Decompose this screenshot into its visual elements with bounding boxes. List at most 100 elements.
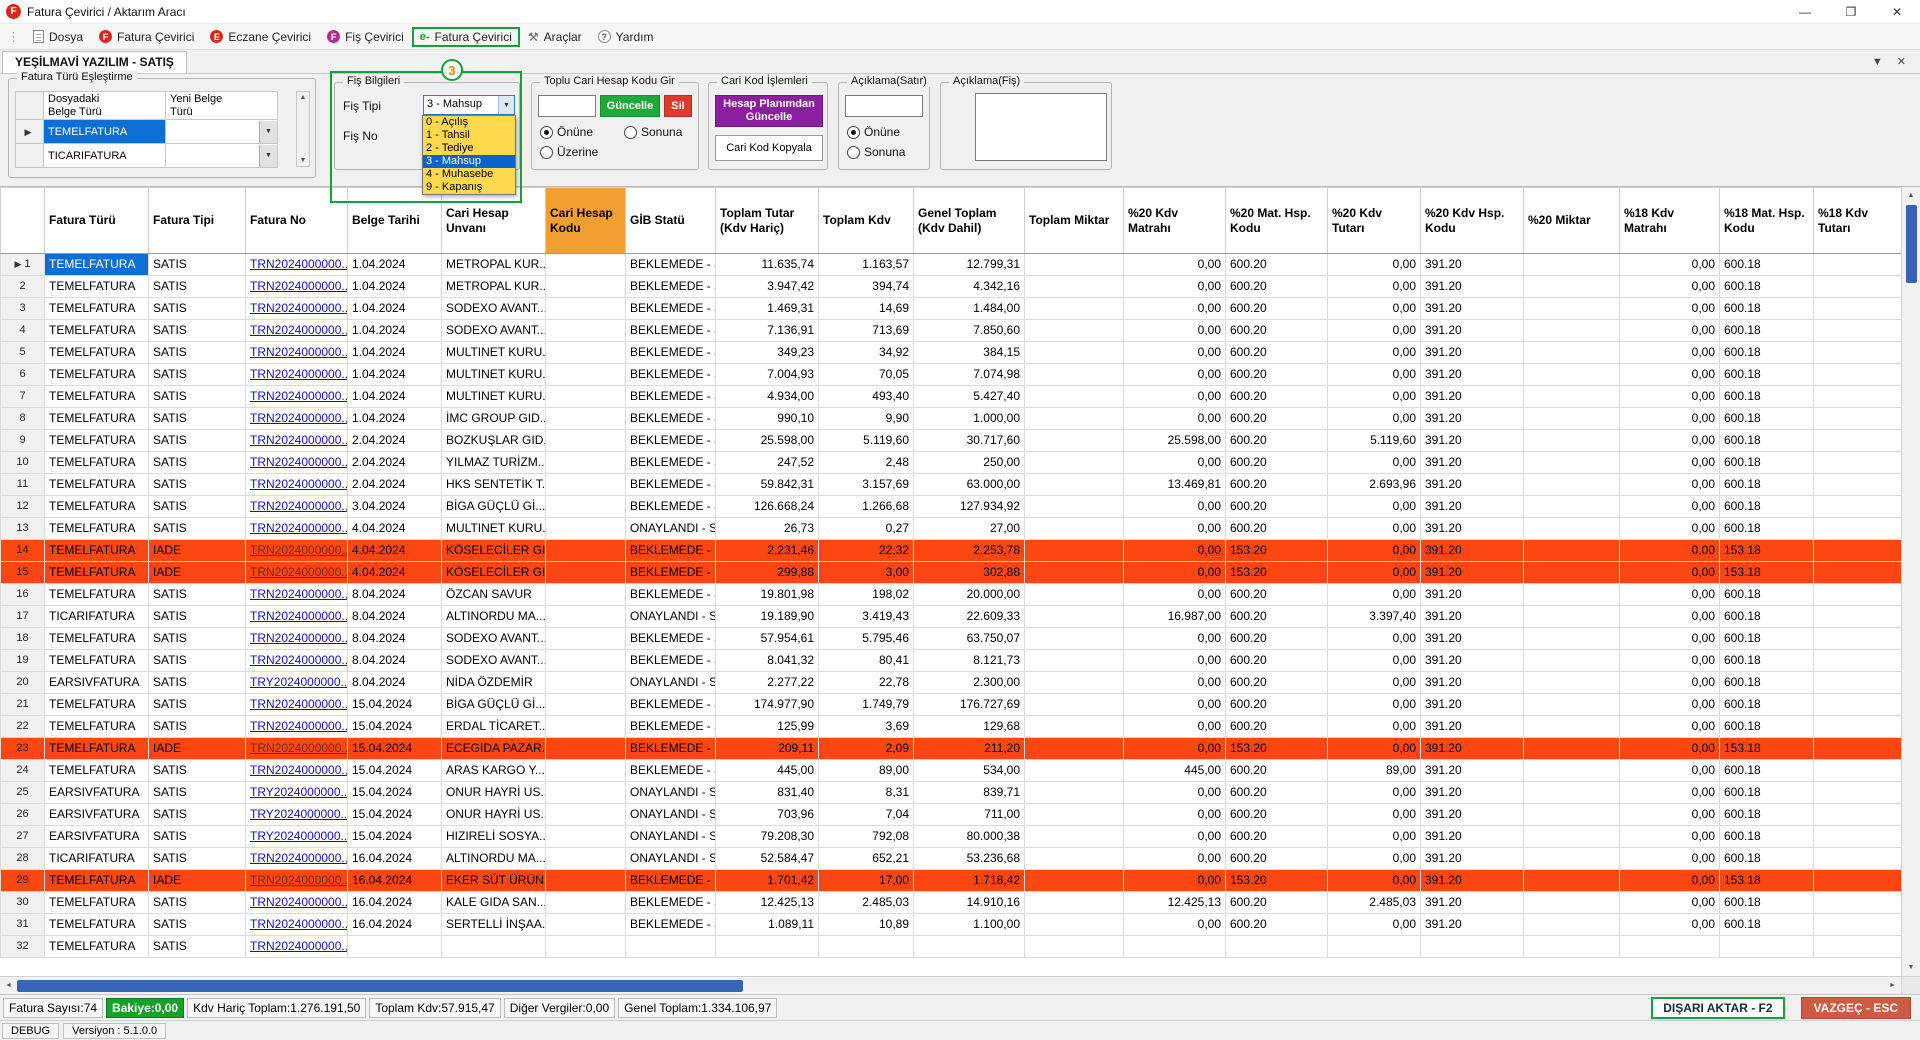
hesap-planimdan-guncelle-button[interactable]: Hesap Planımdan Güncelle — [715, 95, 823, 127]
radio-onune[interactable]: Önüne — [540, 125, 593, 139]
row-selector[interactable]: 2 — [1, 276, 45, 298]
col-header-toplam-tutar-kdv-haric[interactable]: Toplam Tutar (Kdv Hariç) — [716, 188, 819, 254]
invoice-no-link[interactable]: TRN2024000000... — [250, 653, 348, 667]
aciklama-satir-input[interactable] — [845, 95, 923, 117]
cell-fatura-no[interactable]: TRN2024000000... — [246, 628, 348, 650]
ft-row-marker[interactable] — [16, 144, 44, 168]
cell-fatura-no[interactable]: TRN2024000000... — [246, 848, 348, 870]
radio-onune-satir[interactable]: Önüne — [847, 125, 900, 139]
row-selector[interactable]: 21 — [1, 694, 45, 716]
scroll-left-icon[interactable]: ◄ — [0, 982, 17, 989]
disari-aktar-button[interactable]: DIŞARI AKTAR - F2 — [1651, 997, 1784, 1019]
invoice-no-link[interactable]: TRN2024000000... — [250, 257, 348, 271]
horizontal-scroll-thumb[interactable] — [17, 980, 743, 992]
scroll-up-icon[interactable]: ▲ — [1902, 187, 1920, 204]
cell-fatura-no[interactable]: TRN2024000000... — [246, 298, 348, 320]
menu-item-3[interactable]: FFiş Çevirici — [319, 27, 412, 47]
cell-fatura-no[interactable]: TRN2024000000... — [246, 606, 348, 628]
invoice-no-link[interactable]: TRN2024000000... — [250, 631, 348, 645]
ft-new-type-combo-2[interactable]: ▼ — [166, 144, 278, 168]
cell-fatura-no[interactable]: TRN2024000000... — [246, 430, 348, 452]
invoice-no-link[interactable]: TRN2024000000... — [250, 719, 348, 733]
col-header-mat20-hsp-kodu[interactable]: %20 Mat. Hsp. Kodu — [1226, 188, 1328, 254]
col-header-row-selector[interactable] — [1, 188, 45, 254]
menu-item-1[interactable]: FFatura Çevirici — [91, 27, 202, 47]
row-selector[interactable]: 11 — [1, 474, 45, 496]
cell-fatura-no[interactable]: TRN2024000000... — [246, 650, 348, 672]
scroll-down-icon[interactable]: ▼ — [1902, 959, 1920, 976]
cell-fatura-no[interactable]: TRY2024000000... — [246, 804, 348, 826]
tab-yesilmavi-satis[interactable]: YEŞİLMAVİ YAZILIM - SATIŞ — [2, 51, 187, 73]
col-header-cari-hesap-kodu[interactable]: Cari Hesap Kodu — [546, 188, 626, 254]
cell-fatura-no[interactable]: TRN2024000000... — [246, 540, 348, 562]
vazgec-button[interactable]: VAZGEÇ - ESC — [1801, 997, 1911, 1019]
row-selector[interactable]: 19 — [1, 650, 45, 672]
cell-fatura-no[interactable]: TRN2024000000... — [246, 320, 348, 342]
row-selector[interactable]: 9 — [1, 430, 45, 452]
cari-kod-kopyala-button[interactable]: Cari Kod Kopyala — [715, 135, 823, 161]
cell-fatura-no[interactable]: TRN2024000000... — [246, 342, 348, 364]
guncelle-button[interactable]: Güncelle — [600, 95, 660, 117]
invoice-no-link[interactable]: TRN2024000000... — [250, 301, 348, 315]
invoice-no-link[interactable]: TRN2024000000... — [250, 521, 348, 535]
invoice-no-link[interactable]: TRN2024000000... — [250, 763, 348, 777]
cell-fatura-no[interactable]: TRN2024000000... — [246, 408, 348, 430]
invoice-no-link[interactable]: TRN2024000000... — [250, 609, 348, 623]
col-header-fatura-tipi[interactable]: Fatura Tipi — [149, 188, 246, 254]
invoice-no-link[interactable]: TRN2024000000... — [250, 917, 348, 931]
invoice-no-link[interactable]: TRN2024000000... — [250, 543, 348, 557]
col-header-kdv18-matrahi[interactable]: %18 Kdv Matrahı — [1620, 188, 1720, 254]
invoice-no-link[interactable]: TRN2024000000... — [250, 939, 348, 953]
row-selector[interactable]: 12 — [1, 496, 45, 518]
scroll-right-icon[interactable]: ► — [1884, 982, 1901, 989]
horizontal-scrollbar[interactable]: ◄ ► — [0, 976, 1920, 994]
ft-scrollbar[interactable]: ▲ ▼ — [296, 91, 310, 167]
menu-item-2[interactable]: EEczane Çevirici — [202, 27, 319, 47]
close-button[interactable]: ✕ — [1874, 0, 1920, 23]
invoice-no-link[interactable]: TRN2024000000... — [250, 895, 348, 909]
cell-fatura-no[interactable]: TRN2024000000... — [246, 562, 348, 584]
row-selector[interactable]: 22 — [1, 716, 45, 738]
cell-fatura-no[interactable]: TRN2024000000... — [246, 892, 348, 914]
row-selector[interactable]: 15 — [1, 562, 45, 584]
menu-item-0[interactable]: Dosya — [25, 27, 91, 47]
invoice-no-link[interactable]: TRN2024000000... — [250, 477, 348, 491]
col-header-kdv18-tutari[interactable]: %18 Kdv Tutarı — [1814, 188, 1902, 254]
row-selector[interactable]: 4 — [1, 320, 45, 342]
toplu-cari-input[interactable] — [538, 95, 596, 117]
col-header-toplam-kdv[interactable]: Toplam Kdv — [819, 188, 914, 254]
invoice-no-link[interactable]: TRY2024000000... — [250, 785, 348, 799]
col-header-kdv20-hsp-kodu[interactable]: %20 Kdv Hsp. Kodu — [1421, 188, 1524, 254]
cell-fatura-no[interactable]: TRN2024000000... — [246, 760, 348, 782]
menu-item-4[interactable]: e-Fatura Çevirici — [412, 27, 520, 47]
row-selector[interactable]: 17 — [1, 606, 45, 628]
ft-row-marker[interactable]: ▶ — [16, 120, 44, 144]
radio-sonuna-satir[interactable]: Sonuna — [847, 145, 905, 159]
cell-fatura-no[interactable]: TRN2024000000... — [246, 694, 348, 716]
row-selector[interactable]: 26 — [1, 804, 45, 826]
row-selector[interactable]: 18 — [1, 628, 45, 650]
invoice-no-link[interactable]: TRY2024000000... — [250, 807, 348, 821]
dropdown-option[interactable]: 4 - Muhasebe — [423, 168, 515, 181]
row-selector[interactable]: 3 — [1, 298, 45, 320]
vertical-scroll-thumb[interactable] — [1906, 205, 1917, 283]
cell-fatura-no[interactable]: TRN2024000000... — [246, 276, 348, 298]
minimize-button[interactable]: — — [1782, 0, 1828, 23]
row-selector[interactable]: 25 — [1, 782, 45, 804]
invoice-no-link[interactable]: TRN2024000000... — [250, 345, 348, 359]
invoice-no-link[interactable]: TRN2024000000... — [250, 851, 348, 865]
col-header-fatura-no[interactable]: Fatura No — [246, 188, 348, 254]
cell-fatura-no[interactable]: TRN2024000000... — [246, 364, 348, 386]
vertical-scrollbar[interactable]: ▲ ▼ — [1901, 187, 1920, 976]
cell-fatura-no[interactable]: TRN2024000000... — [246, 936, 348, 958]
invoice-no-link[interactable]: TRN2024000000... — [250, 433, 348, 447]
ft-row-ticarifatura[interactable]: TICARIFATURA — [44, 144, 166, 168]
col-header-genel-toplam-kdv-dahil[interactable]: Genel Toplam (Kdv Dahil) — [914, 188, 1025, 254]
maximize-button[interactable]: ❐ — [1828, 0, 1874, 23]
cell-fatura-no[interactable]: TRN2024000000... — [246, 518, 348, 540]
row-selector[interactable]: 20 — [1, 672, 45, 694]
row-selector[interactable]: 28 — [1, 848, 45, 870]
cell-fatura-no[interactable]: TRN2024000000... — [246, 386, 348, 408]
cell-fatura-no[interactable]: TRN2024000000... — [246, 914, 348, 936]
dropdown-option[interactable]: 1 - Tahsil — [423, 129, 515, 142]
